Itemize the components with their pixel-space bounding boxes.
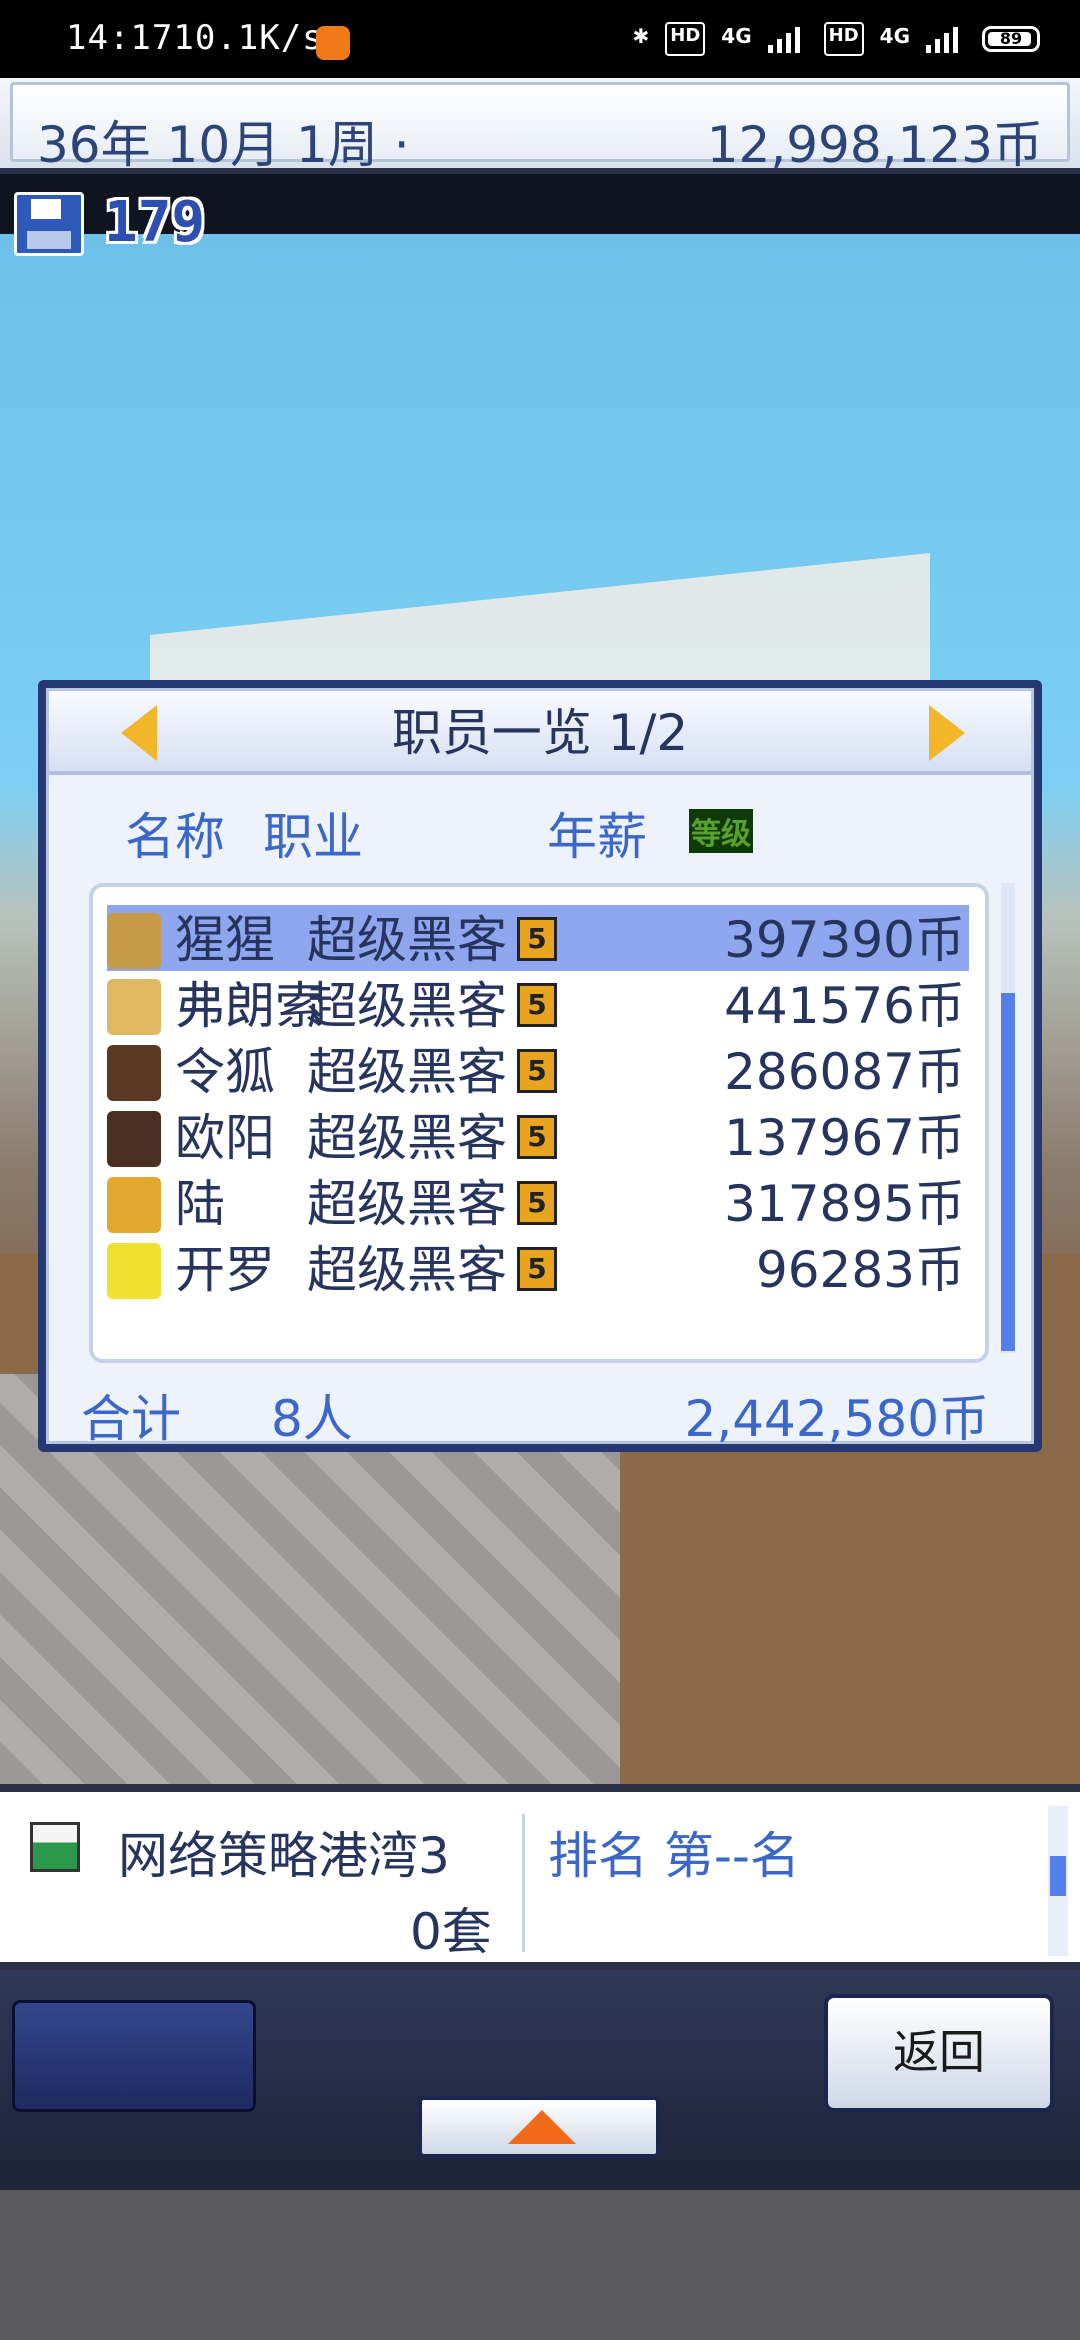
save-count: 179 [104,190,206,255]
staff-salary: 317895币 [724,1175,965,1233]
staff-job: 超级黑客 [307,1043,507,1101]
staff-job: 超级黑客 [307,911,507,969]
status-time: 14:1710.1K/s [66,18,324,58]
info-scrollbar[interactable] [1048,1806,1068,1956]
back-button[interactable]: 返回 [824,1994,1054,2112]
up-arrow-icon [508,2110,576,2144]
staff-job: 超级黑客 [307,1241,507,1299]
info-scrollbar-thumb[interactable] [1050,1856,1066,1896]
game-title-icon [30,1822,80,1872]
signal-4g-label-2: 4G [879,24,910,48]
staff-name: 弗朗索 [175,977,325,1035]
staff-row[interactable]: 令狐 超级黑客 5 286087币 [107,1037,969,1103]
hd-badge-2: HD [823,22,864,56]
signal-bars-icon-2 [926,25,966,53]
panel-title-bar: 职员一览 1/2 [49,691,1031,775]
staff-salary: 441576币 [724,977,965,1035]
system-nav-area [0,2190,1080,2340]
column-header-job[interactable]: 职业 [263,797,363,869]
staff-name: 猩猩 [175,911,275,969]
info-divider [522,1814,525,1952]
staff-avatar [107,1243,161,1299]
level-badge: 5 [517,1115,557,1159]
game-info-strip: 网络策略港湾3 0套 排名 第--名 [0,1784,1080,1970]
staff-row[interactable]: 弗朗索 超级黑客 5 441576币 [107,971,969,1037]
status-bar: 14:1710.1K/s ✱ HD 4G HD 4G 89 [0,0,1080,78]
menu-button[interactable] [12,2000,256,2112]
signal-4g-label: 4G [721,24,752,48]
staff-row[interactable]: 猩猩 超级黑客 5 397390币 [107,905,969,971]
staff-avatar [107,913,161,969]
staff-salary: 286087币 [724,1043,965,1101]
staff-avatar [107,1045,161,1101]
column-header-name[interactable]: 名称 [125,797,225,869]
totals-label: 合计 [81,1390,181,1448]
totals-people: 8人 [271,1390,353,1448]
game-rank: 排名 第--名 [548,1827,800,1885]
staff-job: 超级黑客 [307,977,507,1035]
staff-list[interactable]: 猩猩 超级黑客 5 397390币 弗朗索 超级黑客 5 441576币 令狐 … [89,883,989,1363]
battery-icon: 89 [982,26,1040,52]
staff-name: 陆 [175,1175,225,1233]
totals-salary: 2,442,580币 [684,1390,989,1448]
save-disk-icon[interactable] [14,192,84,256]
signal-bars-icon [767,25,808,53]
staff-name: 开罗 [175,1241,275,1299]
staff-salary: 397390币 [724,911,965,969]
scroll-up-button[interactable] [418,2096,660,2158]
staff-row[interactable]: 欧阳 超级黑客 5 137967币 [107,1103,969,1169]
hd-badge: HD [665,22,706,56]
level-badge: 5 [517,917,557,961]
staff-name: 令狐 [175,1043,275,1101]
game-title: 网络策略港湾3 [118,1827,450,1885]
level-badge: 5 [517,1247,557,1291]
column-header-level[interactable]: 等级 [689,809,753,853]
staff-avatar [107,1177,161,1233]
panel-title: 职员一览 1/2 [391,704,689,762]
staff-avatar [107,979,161,1035]
totals-row: 合计 8人 2,442,580币 [49,1379,1031,1448]
level-badge: 5 [517,1181,557,1225]
level-badge: 5 [517,983,557,1027]
staff-list-panel: 职员一览 1/2 名称 职业 等级 年薪 猩猩 超级黑客 5 397390币 弗… [38,680,1042,1452]
staff-salary: 137967币 [724,1109,965,1167]
staff-list-scrollbar[interactable] [1001,883,1015,1353]
prev-page-arrow-icon[interactable] [121,705,157,761]
game-sales-count: 0套 [410,1903,492,1961]
game-date: 36年 10月 1周 · [37,116,410,174]
staff-salary: 96283币 [755,1241,965,1299]
staff-name: 欧阳 [175,1109,275,1167]
staff-row[interactable]: 开罗 超级黑客 5 96283币 [107,1235,969,1301]
money-display: 12,998,123币 [706,116,1043,174]
footer-bar: 返回 [0,1970,1080,2190]
staff-job: 超级黑客 [307,1109,507,1167]
staff-row[interactable]: 陆 超级黑客 5 317895币 [107,1169,969,1235]
next-page-arrow-icon[interactable] [929,705,965,761]
app-notification-icon [316,26,350,60]
column-header-salary[interactable]: 年薪 [547,797,647,869]
game-top-bar: 36年 10月 1周 · 12,998,123币 [0,78,1080,174]
staff-job: 超级黑客 [307,1175,507,1233]
staff-avatar [107,1111,161,1167]
scrollbar-thumb[interactable] [1001,993,1015,1351]
bluetooth-icon: ✱ [632,24,650,48]
level-badge: 5 [517,1049,557,1093]
